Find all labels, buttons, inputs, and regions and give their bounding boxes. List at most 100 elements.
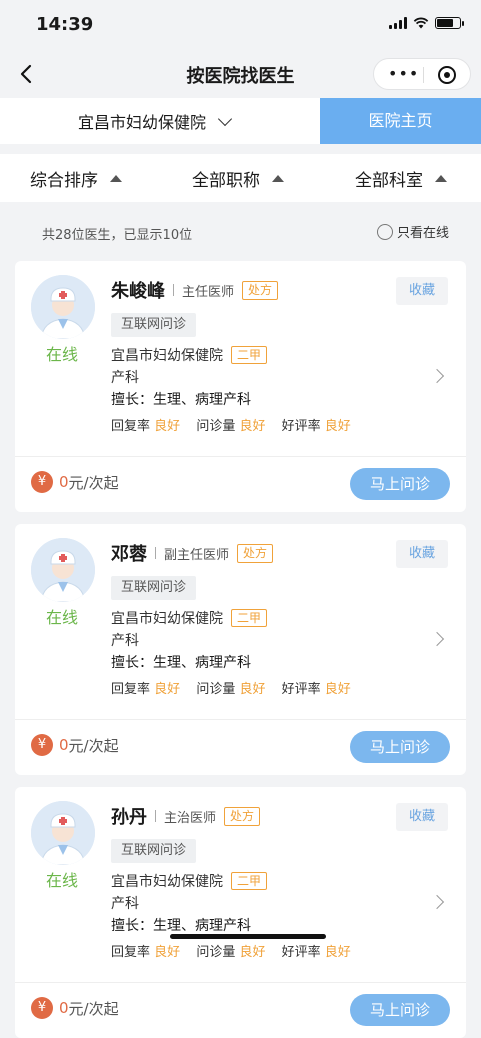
doctor-title: 副主任医师 (164, 547, 230, 563)
department: 产科 (111, 896, 139, 912)
reply-rate-label: 回复率 (111, 419, 151, 434)
doctor-card[interactable]: 在线 朱峻峰 主任医师 处方 收藏 互联网问诊 宜昌市妇幼保健院 二甲 产科 擅… (15, 261, 466, 512)
specialty: 擅长：生理、病理产科 (111, 392, 251, 408)
hospital-line: 宜昌市妇幼保健院 二甲 (111, 608, 268, 628)
price-unit: 元/次起 (68, 999, 119, 1018)
hospital-name: 宜昌市妇幼保健院 (111, 348, 223, 364)
rating-value: 良好 (324, 682, 351, 697)
filter-bar: 综合排序 全部职称 全部科室 (0, 154, 481, 202)
hospital-home-button[interactable]: 医院主页 (320, 98, 481, 144)
battery-icon (435, 17, 464, 29)
volume-label: 问诊量 (196, 419, 236, 434)
volume-value: 良好 (239, 682, 266, 697)
capsule-divider (423, 67, 424, 83)
mini-program-capsule: ••• (373, 58, 471, 90)
doctor-stats: 回复率 良好 问诊量 良好 好评率 良好 (111, 941, 363, 960)
filter-title[interactable]: 全部职称 (192, 166, 284, 191)
hospital-line: 宜昌市妇幼保健院 二甲 (111, 345, 268, 365)
doctor-card[interactable]: 在线 邓蓉 副主任医师 处方 收藏 互联网问诊 宜昌市妇幼保健院 二甲 产科 擅… (15, 524, 466, 775)
yen-icon: ¥ (31, 997, 53, 1019)
favorite-button[interactable]: 收藏 (396, 540, 448, 568)
reply-rate-label: 回复率 (111, 682, 151, 697)
hospital-level-tag: 二甲 (231, 609, 268, 627)
yen-icon: ¥ (31, 734, 53, 756)
hospital-selector[interactable]: 宜昌市妇幼保健院 (78, 109, 233, 133)
specialty: 擅长：生理、病理产科 (111, 655, 251, 671)
doctor-avatar (31, 801, 95, 865)
chevron-right-icon[interactable] (429, 368, 445, 384)
chevron-right-icon[interactable] (429, 631, 445, 647)
price: ¥ 0 元/次起 (31, 997, 119, 1019)
consult-button[interactable]: 马上问诊 (350, 731, 450, 763)
prescription-tag: 处方 (242, 280, 279, 300)
doctor-title: 主任医师 (182, 284, 235, 300)
price: ¥ 0 元/次起 (31, 471, 119, 493)
rating-label: 好评率 (281, 682, 321, 697)
more-icon[interactable]: ••• (388, 66, 419, 82)
online-status: 在线 (46, 345, 79, 364)
volume-label: 问诊量 (196, 682, 236, 697)
favorite-button[interactable]: 收藏 (396, 803, 448, 831)
prescription-tag: 处方 (224, 806, 261, 826)
hospital-name: 宜昌市妇幼保健院 (78, 113, 207, 132)
doctor-avatar (31, 538, 95, 602)
doctor-stats: 回复率 良好 问诊量 良好 好评率 良好 (111, 415, 363, 434)
card-divider (15, 719, 466, 720)
chevron-right-icon[interactable] (429, 894, 445, 910)
hospital-name: 宜昌市妇幼保健院 (111, 611, 223, 627)
filter-sort[interactable]: 综合排序 (30, 166, 122, 191)
volume-label: 问诊量 (196, 945, 236, 960)
status-icons (389, 17, 464, 29)
reply-rate-value: 良好 (154, 682, 181, 697)
price-unit: 元/次起 (68, 473, 119, 492)
doctor-header: 邓蓉 副主任医师 处方 (111, 540, 274, 566)
doctor-count: 共28位医生，已显示10位 (42, 228, 193, 243)
doctor-avatar (31, 275, 95, 339)
service-tag: 互联网问诊 (111, 313, 197, 337)
consult-button[interactable]: 马上问诊 (350, 994, 450, 1026)
caret-up-icon (110, 175, 122, 182)
separator (155, 547, 156, 559)
home-indicator (170, 934, 326, 939)
doctor-card[interactable]: 在线 孙丹 主治医师 处方 收藏 互联网问诊 宜昌市妇幼保健院 二甲 产科 擅长… (15, 787, 466, 1038)
consult-button[interactable]: 马上问诊 (350, 468, 450, 500)
specialty: 擅长：生理、病理产科 (111, 918, 251, 934)
reply-rate-value: 良好 (154, 945, 181, 960)
department: 产科 (111, 633, 139, 649)
rating-value: 良好 (324, 945, 351, 960)
volume-value: 良好 (239, 945, 266, 960)
filter-department[interactable]: 全部科室 (355, 166, 447, 191)
volume-value: 良好 (239, 419, 266, 434)
price: ¥ 0 元/次起 (31, 734, 119, 756)
nav-bar: 按医院找医生 ••• (0, 52, 481, 98)
hospital-level-tag: 二甲 (231, 346, 268, 364)
price-amount: 0 (59, 999, 69, 1017)
signal-icon (389, 17, 407, 29)
price-amount: 0 (59, 736, 69, 754)
chevron-down-icon (217, 111, 233, 127)
caret-up-icon (435, 175, 447, 182)
close-target-icon[interactable] (438, 66, 456, 84)
reply-rate-label: 回复率 (111, 945, 151, 960)
hospital-name: 宜昌市妇幼保健院 (111, 874, 223, 890)
doctor-header: 孙丹 主治医师 处方 (111, 803, 261, 829)
online-status: 在线 (46, 608, 79, 627)
summary-row: 共28位医生，已显示10位 只看在线 (0, 212, 481, 252)
filter-label: 全部科室 (355, 171, 423, 191)
department: 产科 (111, 370, 139, 386)
doctor-name: 孙丹 (111, 807, 147, 828)
online-only-label: 只看在线 (396, 226, 449, 241)
doctor-stats: 回复率 良好 问诊量 良好 好评率 良好 (111, 678, 363, 697)
doctor-name: 朱峻峰 (111, 281, 165, 302)
price-amount: 0 (59, 473, 69, 491)
doctor-name: 邓蓉 (111, 544, 147, 565)
top-bar: 14:39 按医院找医生 ••• (0, 0, 481, 98)
service-tag: 互联网问诊 (111, 839, 197, 863)
rating-label: 好评率 (281, 419, 321, 434)
filter-label: 综合排序 (30, 171, 98, 191)
radio-icon (376, 223, 393, 240)
card-divider (15, 456, 466, 457)
favorite-button[interactable]: 收藏 (396, 277, 448, 305)
doctor-title: 主治医师 (164, 810, 217, 826)
online-only-toggle[interactable]: 只看在线 (376, 222, 449, 241)
